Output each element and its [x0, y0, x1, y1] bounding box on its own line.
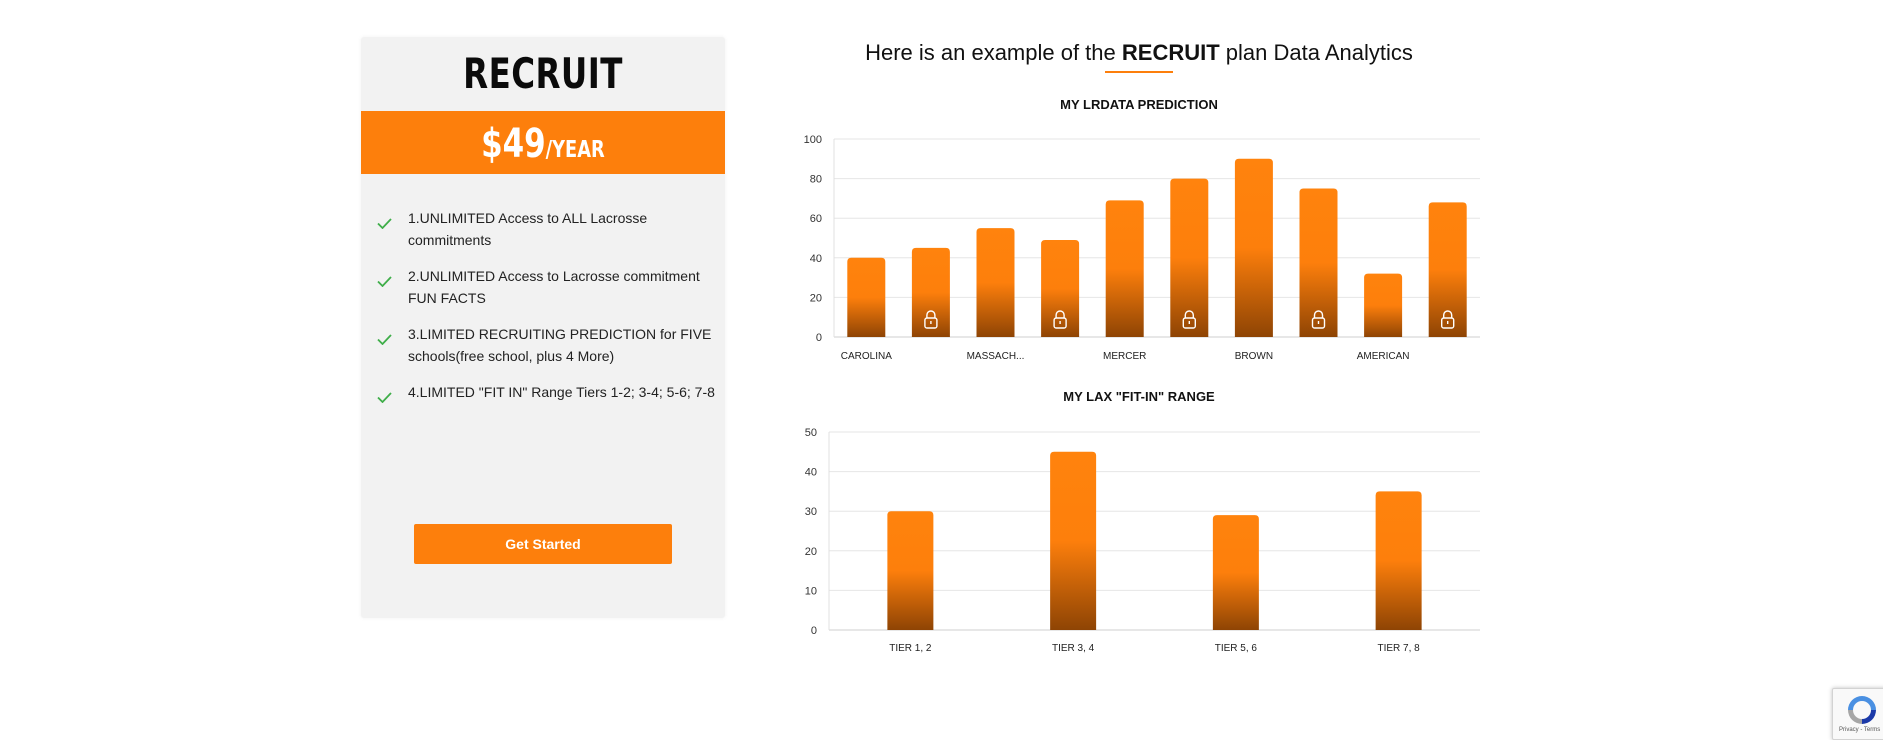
y-tick-label: 20 [805, 546, 817, 558]
bar [1050, 451, 1097, 630]
x-tick-label: TIER 5, 6 [1215, 643, 1258, 654]
y-tick-label: 30 [805, 506, 817, 518]
x-tick-label: TIER 3, 4 [1052, 643, 1095, 654]
bar [1212, 515, 1259, 630]
y-tick-label: 50 [805, 427, 817, 439]
y-tick-label: 40 [805, 467, 817, 479]
recaptcha-icon [1848, 696, 1876, 724]
bar [887, 511, 934, 630]
y-tick-label: 10 [805, 585, 817, 597]
recaptcha-badge[interactable]: Privacy - Terms [1832, 688, 1883, 740]
x-tick-label: TIER 7, 8 [1378, 643, 1421, 654]
x-tick-label: TIER 1, 2 [889, 643, 932, 654]
y-tick-label: 0 [811, 625, 817, 637]
recaptcha-links[interactable]: Privacy - Terms [1839, 727, 1880, 733]
fit-in-bar-chart: 0 10 20 30 40 50 TIER 1, 2 TIER 3, 4 TIER 5, 6 TI… [805, 427, 1480, 654]
bar [1375, 491, 1422, 630]
